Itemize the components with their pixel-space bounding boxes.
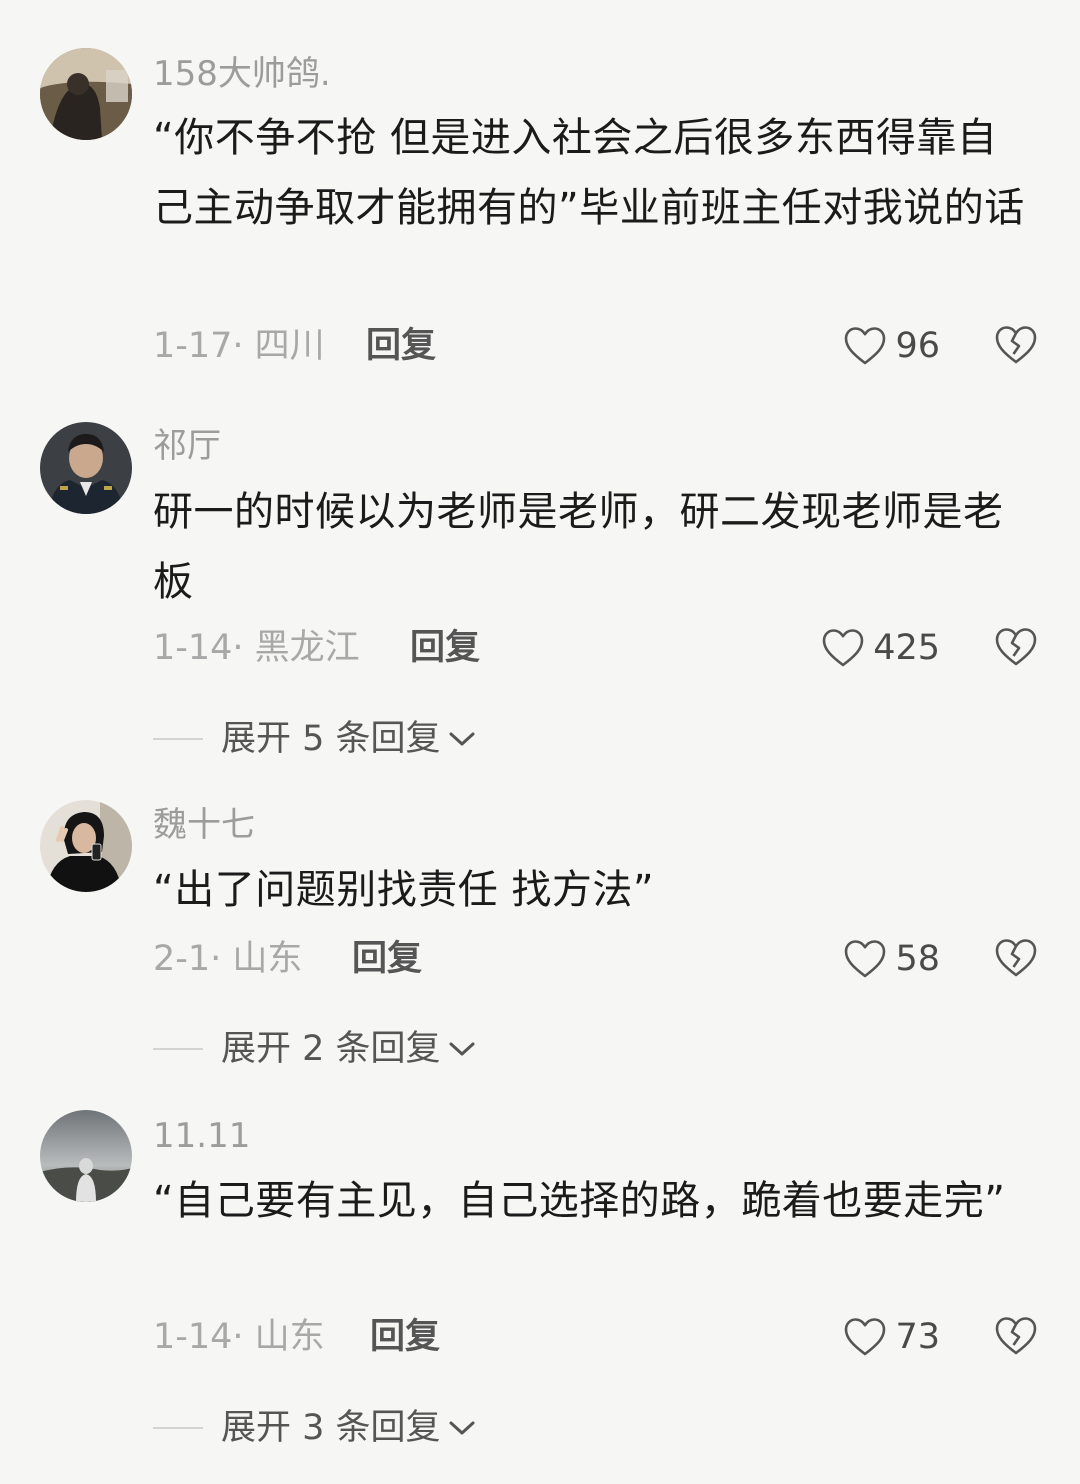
expand-replies-label: 展开 2 条回复 bbox=[221, 1029, 441, 1069]
avatar[interactable] bbox=[40, 422, 132, 514]
dislike-button[interactable] bbox=[994, 937, 1038, 979]
chevron-down-icon bbox=[447, 1039, 477, 1059]
reply-button[interactable]: 回复 bbox=[352, 939, 422, 979]
expand-replies-button[interactable]: 展开 2 条回复 bbox=[153, 1029, 477, 1069]
like-button[interactable]: 425 bbox=[821, 626, 940, 670]
dislike-button[interactable] bbox=[994, 324, 1038, 366]
heart-outline-icon bbox=[843, 325, 887, 367]
divider bbox=[153, 1427, 203, 1429]
like-button[interactable]: 96 bbox=[843, 324, 940, 368]
expand-replies-button[interactable]: 展开 3 条回复 bbox=[153, 1408, 477, 1448]
expand-replies-button[interactable]: 展开 5 条回复 bbox=[153, 719, 477, 759]
dislike-button[interactable] bbox=[994, 1315, 1038, 1357]
like-count: 425 bbox=[873, 628, 940, 668]
comment-meta: 1-14· 黑龙江 bbox=[153, 628, 360, 668]
username[interactable]: 158大帅鸽. bbox=[153, 54, 331, 94]
chevron-down-icon bbox=[447, 729, 477, 749]
expand-replies-label: 展开 5 条回复 bbox=[221, 719, 441, 759]
comment-text: 研一的时候以为老师是老师，研二发现老师是老板 bbox=[153, 489, 1004, 605]
broken-heart-icon bbox=[994, 324, 1038, 366]
reply-button[interactable]: 回复 bbox=[410, 628, 480, 668]
like-button[interactable]: 73 bbox=[843, 1315, 940, 1359]
comment-text: “出了问题别找责任 找方法” bbox=[153, 867, 655, 913]
like-count: 58 bbox=[895, 939, 940, 979]
reply-button[interactable]: 回复 bbox=[370, 1317, 440, 1357]
comment-text: “自己要有主见，自己选择的路，跪着也要走完” bbox=[153, 1178, 1006, 1224]
like-button[interactable]: 58 bbox=[843, 937, 940, 981]
username[interactable]: 魏十七 bbox=[153, 805, 255, 845]
divider bbox=[153, 1048, 203, 1050]
username[interactable]: 11.11 bbox=[153, 1116, 250, 1156]
dislike-button[interactable] bbox=[994, 626, 1038, 668]
comment-meta: 2-1· 山东 bbox=[153, 939, 303, 979]
avatar[interactable] bbox=[40, 1110, 132, 1202]
reply-button[interactable]: 回复 bbox=[366, 326, 436, 366]
comment-text: “你不争不抢 但是进入社会之后很多东西得靠自己主动争取才能拥有的”毕业前班主任对… bbox=[153, 115, 1025, 231]
broken-heart-icon bbox=[994, 937, 1038, 979]
like-count: 96 bbox=[895, 326, 940, 366]
heart-outline-icon bbox=[843, 1316, 887, 1358]
broken-heart-icon bbox=[994, 1315, 1038, 1357]
comment-meta: 1-14· 山东 bbox=[153, 1317, 325, 1357]
broken-heart-icon bbox=[994, 626, 1038, 668]
like-count: 73 bbox=[895, 1317, 940, 1357]
expand-replies-label: 展开 3 条回复 bbox=[221, 1408, 441, 1448]
avatar[interactable] bbox=[40, 800, 132, 892]
comment-meta: 1-17· 四川 bbox=[153, 326, 325, 366]
chevron-down-icon bbox=[447, 1418, 477, 1438]
username[interactable]: 祁厅 bbox=[153, 426, 221, 466]
avatar[interactable] bbox=[40, 48, 132, 140]
heart-outline-icon bbox=[821, 627, 865, 669]
divider bbox=[153, 738, 203, 740]
heart-outline-icon bbox=[843, 938, 887, 980]
